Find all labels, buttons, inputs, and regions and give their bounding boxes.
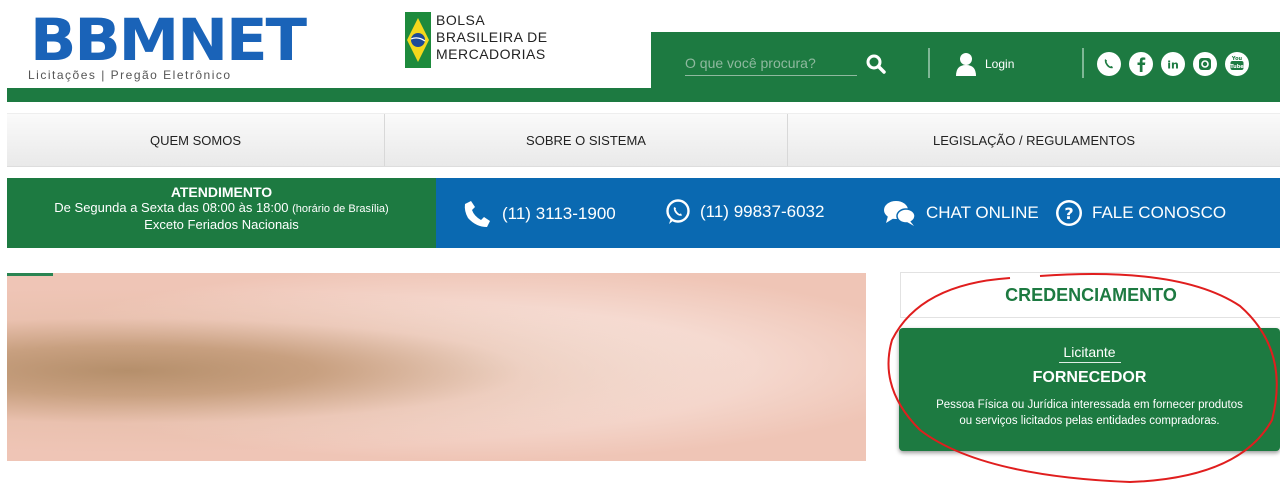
subtitle-underline [1058, 362, 1121, 363]
whatsapp-link[interactable]: (11) 99837-6032 [664, 198, 824, 226]
user-icon [956, 53, 976, 76]
whatsapp-icon[interactable] [1096, 51, 1122, 77]
chat-icon [884, 201, 916, 226]
divider [928, 48, 930, 78]
linkedin-icon[interactable]: in [1160, 51, 1186, 77]
card-description-line-1: Pessoa Física ou Jurídica interessada em… [936, 399, 1243, 411]
header-divider-bar [7, 88, 1280, 102]
logo-wordmark: BBMNET [30, 6, 307, 74]
support-hours: De Segunda a Sexta das 08:00 às 18:00 (h… [7, 200, 436, 217]
partner-name: BOLSA BRASILEIRA DE MERCADORIAS [436, 12, 548, 63]
phone-number: (11) 3113-1900 [502, 204, 616, 223]
social-links: in You Tube [1096, 51, 1250, 77]
whatsapp-icon [666, 199, 690, 224]
card-description-line-2: ou serviços licitados pelas entidades co… [959, 415, 1220, 427]
logo-subtitle: Licitações | Pregão Eletrônico [28, 68, 232, 82]
nav-legislacao[interactable]: LEGISLAÇÃO / REGULAMENTOS [788, 114, 1280, 166]
search-placeholder: O que você procura? [685, 55, 816, 71]
search-icon[interactable] [865, 53, 887, 75]
banner-accent [7, 273, 53, 276]
bbm-partner-logo[interactable]: BOLSA BRASILEIRA DE MERCADORIAS [405, 10, 565, 74]
card-heading: FORNECEDOR [1032, 369, 1147, 386]
support-hours-panel: ATENDIMENTO De Segunda a Sexta das 08:00… [7, 178, 436, 248]
svg-text:You: You [1231, 56, 1243, 62]
nav-quem-somos[interactable]: QUEM SOMOS [7, 114, 385, 166]
support-title: ATENDIMENTO [170, 184, 273, 200]
support-hours-text: De Segunda a Sexta das 08:00 às 18:00 [54, 200, 289, 215]
youtube-icon[interactable]: You Tube [1224, 51, 1250, 77]
search-input[interactable]: O que você procura? [685, 53, 857, 76]
login-label: Login [985, 57, 1015, 71]
credenciamento-title: CREDENCIAMENTO [900, 272, 1280, 318]
chat-online-link[interactable]: CHAT ONLINE [882, 198, 1039, 228]
card-description: Pessoa Física ou Jurídica interessada em… [899, 397, 1280, 429]
phone-link[interactable]: (11) 3113-1900 [462, 198, 616, 230]
divider [1082, 48, 1084, 78]
partner-line-3: MERCADORIAS [436, 46, 546, 62]
fornecedor-card[interactable]: Licitante FORNECEDOR Pessoa Física ou Ju… [899, 328, 1280, 451]
brazil-flag-icon [405, 12, 431, 68]
contact-bar: (11) 3113-1900 (11) 99837-6032 CHAT ONLI… [436, 178, 1280, 248]
support-timezone: (horário de Brasília) [292, 203, 389, 215]
phone-icon [464, 201, 490, 227]
bbmnet-logo[interactable]: BBMNET Licitações | Pregão Eletrônico [22, 8, 322, 88]
facebook-icon[interactable] [1128, 51, 1154, 77]
partner-line-2: BRASILEIRA DE [436, 29, 548, 45]
nav-sobre-o-sistema[interactable]: SOBRE O SISTEMA [385, 114, 788, 166]
contact-label: FALE CONOSCO [1092, 203, 1227, 222]
support-exceptions: Exceto Feriados Nacionais [144, 217, 299, 232]
svg-text:?: ? [1064, 204, 1073, 223]
fale-conosco-link[interactable]: ? FALE CONOSCO [1054, 198, 1226, 228]
partner-line-1: BOLSA [436, 12, 486, 28]
instagram-icon[interactable] [1192, 51, 1218, 77]
card-subtitle: Licitante [1063, 344, 1116, 360]
login-button[interactable]: Login [955, 52, 1014, 76]
svg-text:in: in [1167, 59, 1179, 72]
whatsapp-number: (11) 99837-6032 [700, 202, 825, 221]
hero-banner [7, 273, 866, 461]
main-nav: QUEM SOMOS SOBRE O SISTEMA LEGISLAÇÃO / … [7, 113, 1280, 167]
svg-text:Tube: Tube [1230, 64, 1244, 70]
question-icon: ? [1056, 200, 1082, 226]
chat-label: CHAT ONLINE [926, 203, 1039, 222]
